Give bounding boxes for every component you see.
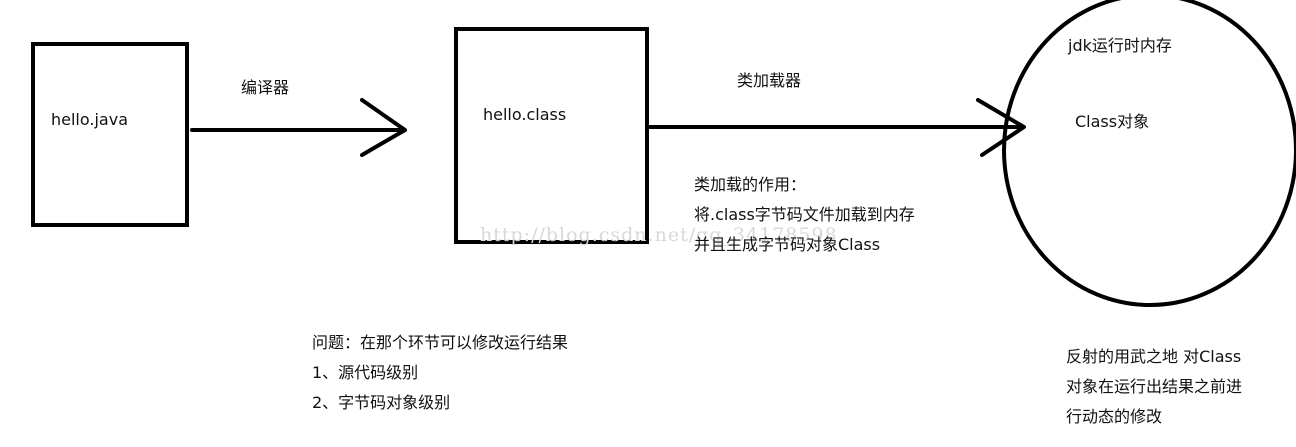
reflection-line: 反射的用武之地 对Class	[1066, 347, 1242, 366]
hello-class-box	[454, 27, 649, 244]
classloader-note: 类加载的作用： 将.class字节码文件加载到内存 并且生成字节码对象Class	[694, 170, 915, 260]
jdk-memory-title: jdk运行时内存	[1068, 36, 1172, 55]
compiler-arrow	[190, 98, 407, 157]
compiler-label: 编译器	[241, 78, 290, 97]
hello-java-box	[31, 42, 189, 227]
question-line: 1、源代码级别	[312, 363, 419, 382]
hello-class-label: hello.class	[483, 105, 567, 124]
class-object-label: Class对象	[1075, 112, 1150, 131]
classloader-label: 类加载器	[737, 71, 802, 90]
classloader-note-line: 将.class字节码文件加载到内存	[694, 205, 915, 224]
hello-java-label: hello.java	[51, 110, 128, 129]
reflection-note: 反射的用武之地 对Class 对象在运行出结果之前进 行动态的修改	[1066, 342, 1242, 432]
question-line: 2、字节码对象级别	[312, 393, 451, 412]
reflection-line: 行动态的修改	[1066, 407, 1163, 426]
classloader-note-line: 类加载的作用：	[694, 175, 807, 194]
reflection-line: 对象在运行出结果之前进	[1066, 377, 1243, 396]
question-line: 问题：在那个环节可以修改运行结果	[312, 333, 569, 352]
question-note: 问题：在那个环节可以修改运行结果 1、源代码级别 2、字节码对象级别	[312, 328, 568, 418]
classloader-arrow	[648, 98, 1026, 157]
classloader-note-line: 并且生成字节码对象Class	[694, 235, 881, 254]
